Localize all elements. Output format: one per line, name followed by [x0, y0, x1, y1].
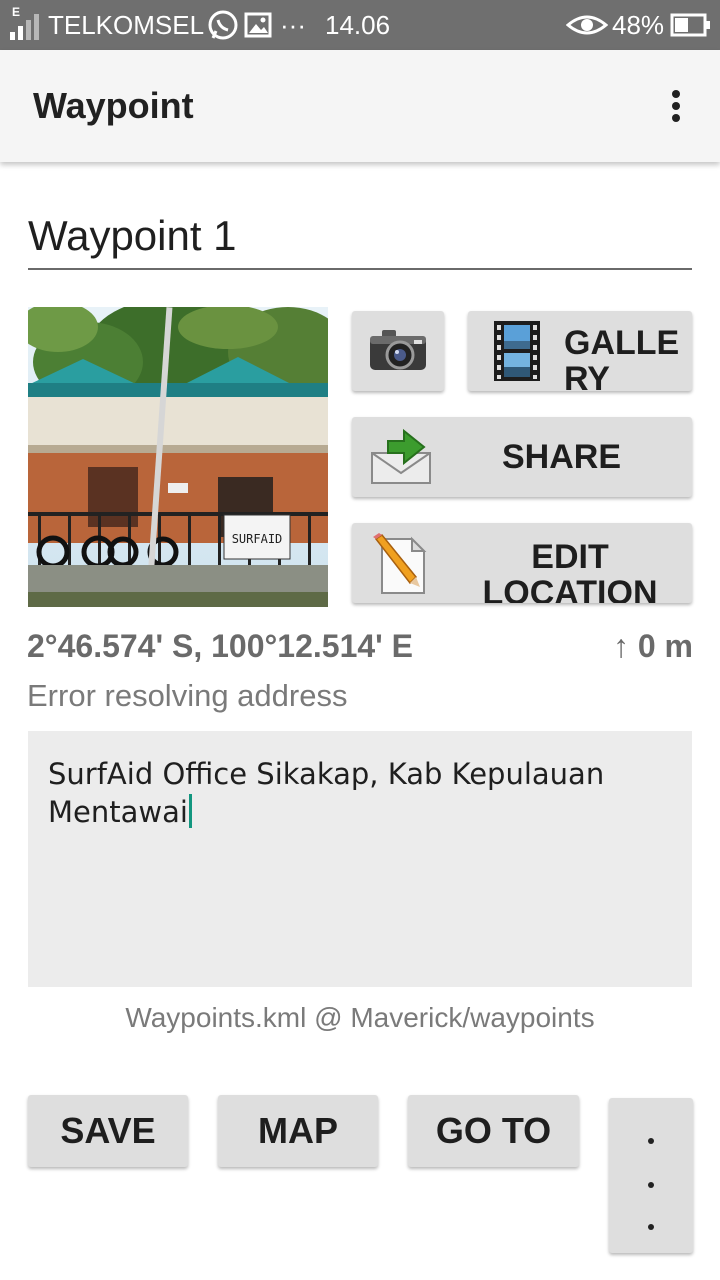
file-location: Waypoints.kml @ Maverick/waypoints: [125, 1002, 595, 1033]
gallery-label: GALLERY: [564, 324, 680, 391]
app-bar: Waypoint: [0, 50, 720, 162]
map-label: MAP: [258, 1110, 338, 1151]
goto-button[interactable]: GO TO: [408, 1095, 579, 1167]
camera-icon: [368, 328, 428, 379]
more-notifications-icon: ···: [280, 10, 306, 40]
notes-field[interactable]: SurfAid Office Sikakap, Kab Kepulauan Me…: [28, 731, 692, 987]
network-type: E: [12, 5, 21, 19]
image-notification-icon: [244, 0, 272, 50]
overflow-menu-icon[interactable]: [660, 84, 692, 128]
coordinates: 2°46.574' S, 100°12.514' E: [27, 628, 413, 664]
whatsapp-icon: [206, 0, 240, 50]
share-button[interactable]: SHARE: [352, 417, 692, 497]
address-status: Error resolving address: [27, 678, 348, 713]
status-bar: E TELKOMSEL ··· 14.06 48%: [0, 0, 720, 50]
save-label: SAVE: [60, 1110, 156, 1151]
more-actions-button[interactable]: [609, 1098, 693, 1253]
share-label: SHARE: [502, 438, 622, 476]
map-button[interactable]: MAP: [218, 1095, 378, 1167]
waypoint-photo[interactable]: SURFAID: [28, 307, 328, 607]
waypoint-name-field[interactable]: Waypoint 1: [28, 208, 692, 270]
clock: 14.06: [325, 10, 391, 40]
camera-button[interactable]: [352, 311, 444, 391]
edit-location-button[interactable]: EDIT LOCATION: [352, 523, 692, 603]
app-title: Waypoint: [33, 85, 194, 126]
pencil-document-icon: [370, 533, 430, 600]
battery-percent: 48%: [612, 10, 665, 40]
envelope-arrow-icon: [370, 427, 432, 492]
text-cursor: [188, 794, 192, 828]
photo-sign-text: SURFAID: [232, 532, 283, 546]
altitude: ↑ 0 m: [612, 628, 693, 664]
goto-label: GO TO: [435, 1110, 552, 1151]
battery-icon: [670, 0, 712, 50]
carrier-name: TELKOMSEL: [48, 10, 205, 40]
notes-text: SurfAid Office Sikakap, Kab Kepulauan Me…: [48, 757, 605, 829]
edit-location-label: EDIT LOCATION: [482, 538, 658, 603]
save-button[interactable]: SAVE: [28, 1095, 188, 1167]
film-strip-icon: [494, 321, 540, 386]
eye-icon: [565, 0, 609, 50]
gallery-button[interactable]: GALLERY: [468, 311, 692, 391]
